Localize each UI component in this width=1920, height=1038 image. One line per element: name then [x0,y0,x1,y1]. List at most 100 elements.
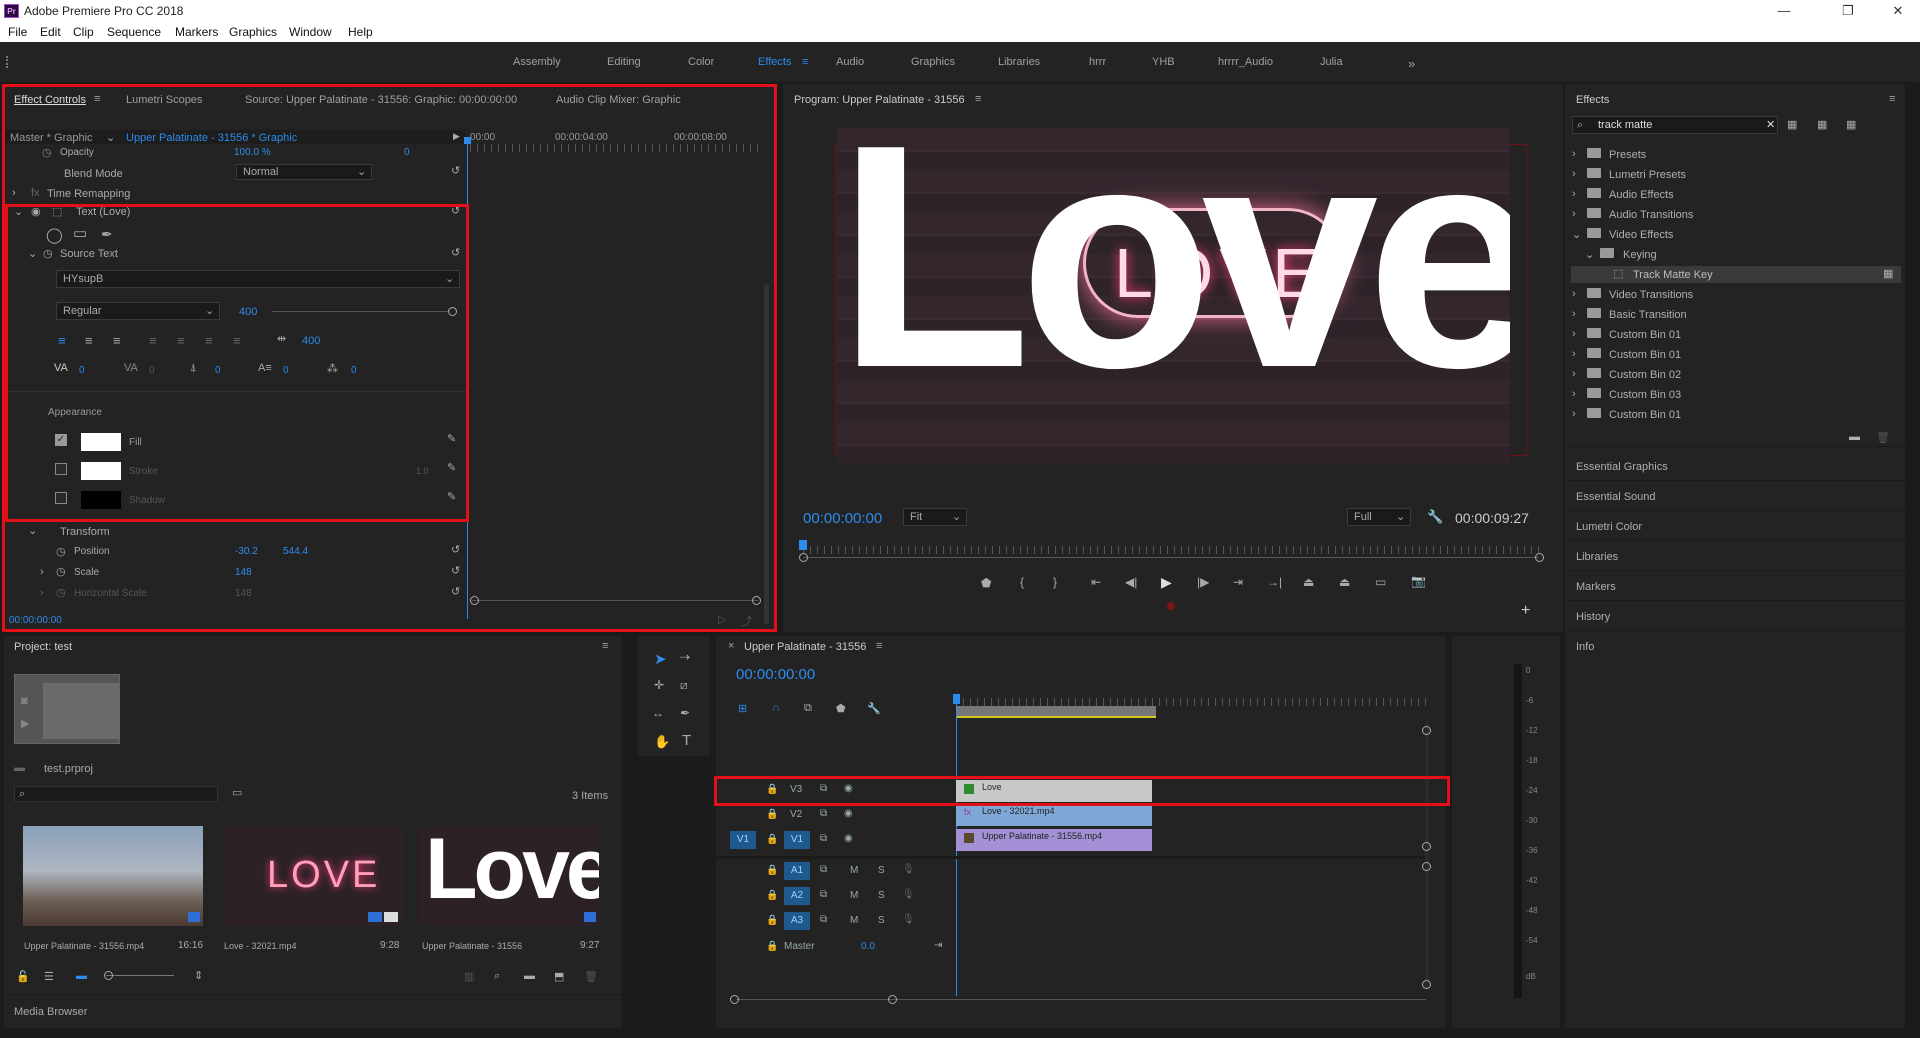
expand-arrow-icon[interactable]: › [1572,288,1576,300]
thumbnail-upper-palatinate-mp4[interactable] [23,826,203,926]
menu-window[interactable]: Window [289,25,332,39]
mute-button[interactable]: M [850,915,858,926]
solo-button[interactable]: S [878,915,885,926]
effects-item-audio-transitions[interactable]: Audio Transitions [1609,209,1693,221]
lock-icon[interactable]: 🔓 [16,970,30,983]
effects-item-basic-transition[interactable]: Basic Transition [1609,309,1687,321]
workspace-hrrr[interactable]: hrrr [1089,56,1106,68]
project-item-name[interactable]: Love - 32021.mp4 [224,941,297,951]
effects-item-lumetri-presets[interactable]: Lumetri Presets [1609,169,1686,181]
mute-button[interactable]: M [850,865,858,876]
minimize-icon[interactable]: — [1762,2,1806,20]
resolution-select[interactable]: Full ⌄ [1347,508,1411,526]
toggle-output-eye-icon[interactable]: ◉ [844,833,853,844]
expand-arrow-icon[interactable]: › [1572,328,1576,340]
ripple-edit-tool-icon[interactable]: ✛ [654,678,664,692]
panel-info[interactable]: Info [1576,641,1594,653]
workspace-audio[interactable]: Audio [836,56,864,68]
scroll-handle[interactable] [1422,980,1431,989]
effects-item-track-matte-key[interactable]: Track Matte Key [1633,269,1713,281]
record-voiceover-icon[interactable]: 🎙 [902,864,915,875]
track-lock-icon[interactable]: 🔒 [766,890,778,901]
hand-tool-icon[interactable]: ✋ [654,734,670,750]
timeline-zoom-right-handle[interactable] [888,995,897,1004]
step-back-icon[interactable]: ◀| [1125,575,1137,589]
solo-button[interactable]: S [878,890,885,901]
menu-edit[interactable]: Edit [40,25,61,39]
icon-view-icon[interactable]: ▬ [76,970,87,982]
panel-essential-sound[interactable]: Essential Sound [1576,491,1656,503]
thumbnail-zoom-handle[interactable] [104,971,113,980]
go-to-out-icon[interactable]: ⇥ [1233,575,1243,589]
panel-essential-graphics[interactable]: Essential Graphics [1576,461,1668,473]
find-icon[interactable]: ⌕ [494,970,500,983]
expand-arrow-icon[interactable]: › [1572,308,1576,320]
new-bin-icon[interactable]: ▬ [524,970,535,982]
timeline-sequence-title[interactable]: Upper Palatinate - 31556 [744,641,866,653]
menu-help[interactable]: Help [348,25,373,39]
slip-tool-icon[interactable]: ↔ [652,706,664,720]
razor-tool-icon[interactable]: ⧄ [680,678,688,693]
delete-icon[interactable]: 🗑 [1876,431,1890,444]
expand-arrow-icon[interactable]: › [1572,408,1576,420]
effects-item-video-transitions[interactable]: Video Transitions [1609,289,1693,301]
solo-button[interactable]: S [878,865,885,876]
linked-selection-icon[interactable]: ⧉ [804,702,812,715]
more-workspaces-icon[interactable]: » [1408,56,1415,71]
panel-lumetri-color[interactable]: Lumetri Color [1576,521,1642,533]
track-lock-icon[interactable]: 🔒 [766,865,778,876]
scroll-handle[interactable] [1422,862,1431,871]
program-monitor-title[interactable]: Program: Upper Palatinate - 31556 [794,94,965,106]
sync-lock-icon[interactable]: ⧉ [820,914,827,925]
expand-arrow-icon[interactable]: › [1572,188,1576,200]
close-tab-icon[interactable]: × [728,640,734,652]
step-forward-icon[interactable]: |▶ [1197,575,1209,589]
collapse-arrow-icon[interactable]: ⌄ [1572,228,1581,241]
new-bin-icon[interactable]: ▬ [1849,431,1860,443]
track-label-a1[interactable]: A1 [784,862,810,880]
effects-search-value[interactable]: track matte [1598,119,1652,131]
track-select-tool-icon[interactable]: ⇢ [680,650,690,664]
nest-icon[interactable]: ⊞ [738,702,747,715]
thumbnail-sequence[interactable]: Love [419,826,599,926]
new-item-icon[interactable]: ⬒ [554,970,564,983]
play-icon[interactable]: ▶ [1161,574,1172,591]
restore-icon[interactable]: ❐ [1826,2,1870,20]
mark-in-icon[interactable]: { [1020,575,1024,589]
zoom-fit-select[interactable]: Fit ⌄ [903,508,967,526]
menu-sequence[interactable]: Sequence [107,25,161,39]
workspace-menu-icon[interactable]: ≡ [802,56,808,68]
expand-arrow-icon[interactable]: › [1572,388,1576,400]
lift-icon[interactable]: ⏏ [1303,575,1314,589]
panel-menu-icon[interactable]: ≡ [602,640,608,652]
scroll-handle[interactable] [1422,842,1431,851]
panel-markers[interactable]: Markers [1576,581,1616,593]
type-tool-icon[interactable]: T [682,732,691,749]
record-voiceover-icon[interactable]: 🎙 [902,889,915,900]
master-volume-value[interactable]: 0.0 [861,941,875,952]
list-view-icon[interactable]: ☰ [44,970,54,983]
effects-item-custom-bin[interactable]: Custom Bin 03 [1609,389,1681,401]
clear-icon[interactable]: 🗑 [584,970,598,983]
effects-item-keying[interactable]: Keying [1623,249,1657,261]
add-marker-icon[interactable]: ⬟ [981,576,991,590]
comparison-view-icon[interactable]: ▭ [1375,575,1386,589]
timeline-vertical-scrollbar[interactable] [1425,721,1429,989]
expand-arrow-icon[interactable]: › [1572,148,1576,160]
track-label-a3[interactable]: A3 [784,912,810,930]
clear-search-icon[interactable]: ✕ [1766,118,1775,131]
workspace-julia[interactable]: Julia [1320,56,1343,68]
mark-out-icon[interactable]: } [1053,575,1057,589]
effects-search-box[interactable]: ⌕ track matte ✕ [1572,116,1778,134]
track-label-a2[interactable]: A2 [784,887,810,905]
sort-icon[interactable]: ⇕ [194,969,203,982]
expand-arrow-icon[interactable]: › [1572,368,1576,380]
panel-menu-icon[interactable]: ≡ [876,640,882,652]
timeline-time-ruler[interactable] [956,698,1426,706]
timeline-settings-icon[interactable]: 🔧 [867,702,881,715]
go-to-next-icon[interactable]: →| [1267,575,1282,589]
add-marker-icon[interactable]: ⬟ [836,702,846,715]
effects-item-custom-bin[interactable]: Custom Bin 01 [1609,349,1681,361]
project-item-name[interactable]: Upper Palatinate - 31556.mp4 [24,941,144,951]
project-search-input[interactable]: ⌕ [14,786,218,802]
